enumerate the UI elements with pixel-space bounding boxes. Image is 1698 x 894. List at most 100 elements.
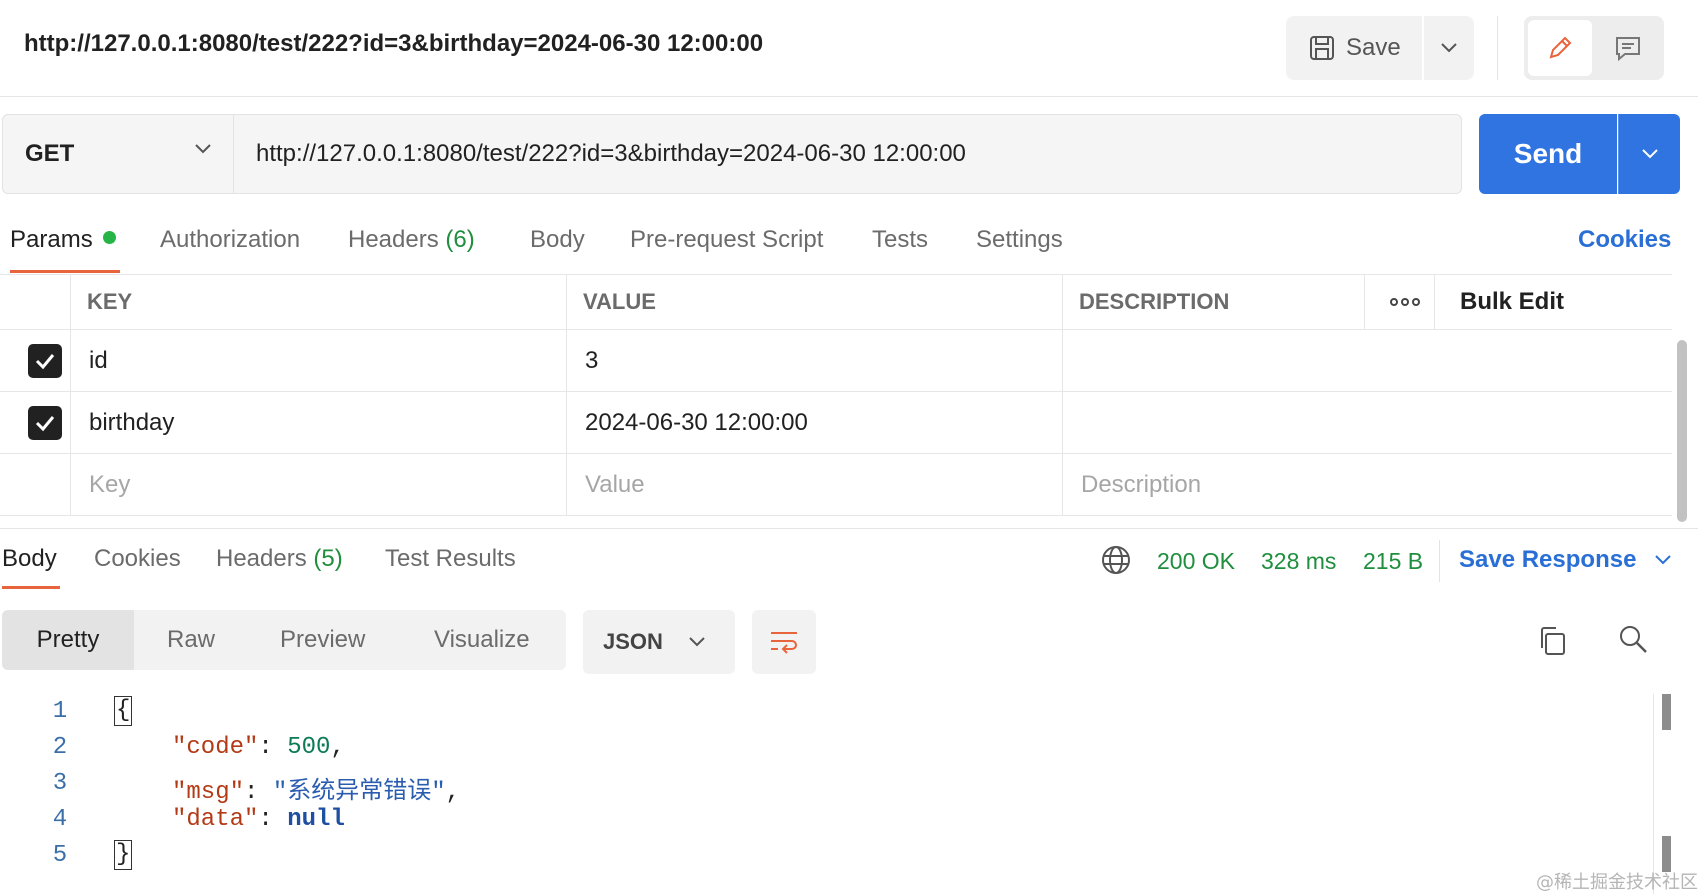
new-key-input[interactable]: Key	[89, 454, 130, 515]
json-key: "code"	[172, 734, 259, 761]
params-header-row: KEY VALUE DESCRIPTION Bulk Edit	[0, 275, 1672, 330]
close-brace: }	[114, 840, 133, 870]
tab-params-label: Params	[10, 226, 93, 253]
tab-headers[interactable]: Headers (6)	[348, 226, 475, 254]
watermark: @稀土掘金技术社区	[1536, 872, 1698, 893]
open-brace: {	[114, 696, 133, 726]
send-options-button[interactable]	[1618, 114, 1680, 194]
globe-icon[interactable]	[1100, 544, 1132, 576]
response-tab-test-results[interactable]: Test Results	[385, 545, 516, 573]
chevron-down-icon	[1655, 555, 1672, 565]
response-tab-headers-count: (5)	[313, 545, 343, 572]
response-tab-headers[interactable]: Headers (5)	[216, 545, 343, 573]
language-select[interactable]: JSON	[583, 610, 735, 674]
status-code[interactable]: 200 OK	[1157, 548, 1235, 575]
chevron-down-icon	[195, 144, 211, 154]
param-key-cell[interactable]: id	[89, 330, 108, 391]
tab-authorization[interactable]: Authorization	[160, 226, 300, 254]
response-body-editor[interactable]: 1 2 3 4 5 { "code": 500, "msg": "系统异常错误"…	[0, 694, 1660, 894]
format-visualize[interactable]: Visualize	[434, 610, 530, 670]
search-icon[interactable]	[1616, 622, 1650, 656]
edit-mode-button[interactable]	[1528, 20, 1592, 76]
new-description-input[interactable]: Description	[1081, 454, 1201, 515]
tab-tests[interactable]: Tests	[872, 226, 928, 254]
code-line: }	[114, 840, 133, 870]
editor-scrollbar-marker[interactable]	[1662, 694, 1671, 730]
editor-scroll-track	[1653, 694, 1654, 894]
response-format-tabs: Pretty Raw Preview Visualize	[2, 610, 566, 670]
pencil-icon	[1549, 36, 1572, 59]
tab-settings[interactable]: Settings	[976, 226, 1063, 254]
bulk-edit-button[interactable]: Bulk Edit	[1460, 275, 1564, 329]
code-line: "data": null	[172, 806, 345, 833]
language-label: JSON	[603, 629, 663, 654]
param-key-cell[interactable]: birthday	[89, 392, 174, 453]
format-preview[interactable]: Preview	[280, 610, 365, 670]
status-divider	[1439, 540, 1440, 582]
line-number: 4	[52, 806, 68, 833]
wrap-lines-button[interactable]	[752, 610, 816, 674]
tab-prerequest-script[interactable]: Pre-request Script	[630, 226, 823, 254]
editor-scrollbar-marker[interactable]	[1662, 836, 1671, 872]
column-divider	[1062, 275, 1063, 516]
param-value-cell[interactable]: 3	[585, 330, 598, 391]
chevron-down-icon	[1641, 149, 1658, 159]
save-button-label: Save	[1346, 34, 1401, 61]
new-param-row: Key Value Description	[0, 454, 1672, 516]
column-divider	[566, 275, 567, 516]
copy-icon[interactable]	[1536, 624, 1568, 658]
send-button[interactable]: Send	[1479, 114, 1617, 194]
json-null: null	[287, 806, 345, 833]
line-number: 3	[52, 770, 68, 797]
request-title[interactable]: http://127.0.0.1:8080/test/222?id=3&birt…	[24, 30, 763, 58]
response-time[interactable]: 328 ms	[1261, 548, 1336, 575]
json-string: "系统异常错误"	[272, 779, 446, 806]
save-options-button[interactable]	[1424, 16, 1474, 80]
format-pretty[interactable]: Pretty	[2, 610, 134, 670]
column-divider	[70, 275, 71, 516]
line-number: 1	[52, 698, 68, 725]
response-tab-body[interactable]: Body	[2, 545, 57, 573]
param-value-cell[interactable]: 2024-06-30 12:00:00	[585, 392, 808, 453]
code-line: {	[114, 696, 133, 726]
method-label: GET	[25, 140, 75, 167]
params-active-dot	[102, 231, 116, 244]
comment-icon	[1616, 37, 1640, 62]
save-response-button[interactable]: Save Response	[1459, 546, 1672, 574]
format-raw[interactable]: Raw	[167, 610, 215, 670]
documentation-mode-button[interactable]	[1596, 20, 1660, 76]
response-size[interactable]: 215 B	[1363, 548, 1423, 575]
more-icon	[1390, 298, 1420, 306]
active-response-tab-indicator	[2, 586, 60, 589]
tab-params[interactable]: Params	[10, 226, 116, 254]
method-select[interactable]: GET	[2, 114, 234, 194]
tab-headers-label: Headers	[348, 226, 439, 253]
chevron-down-icon	[689, 637, 705, 647]
save-button[interactable]: Save	[1286, 16, 1422, 80]
params-table: KEY VALUE DESCRIPTION Bulk Edit id 3 bir…	[0, 274, 1672, 528]
active-tab-indicator	[10, 270, 120, 273]
url-input[interactable]	[234, 114, 1462, 194]
key-column-header: KEY	[87, 289, 133, 314]
column-divider	[1364, 275, 1365, 330]
table-row: birthday 2024-06-30 12:00:00	[0, 392, 1672, 454]
line-number: 2	[52, 734, 68, 761]
response-tab-cookies[interactable]: Cookies	[94, 545, 181, 573]
line-number: 5	[52, 842, 68, 869]
row-checkbox[interactable]	[28, 330, 62, 391]
tab-headers-count: (6)	[445, 226, 475, 253]
checkmark-icon	[28, 405, 62, 440]
new-value-input[interactable]: Value	[585, 454, 645, 515]
cookies-link[interactable]: Cookies	[1578, 226, 1671, 254]
tab-body[interactable]: Body	[530, 226, 585, 254]
code-line: "code": 500,	[172, 734, 345, 761]
value-column-header: VALUE	[583, 289, 656, 314]
description-column-header: DESCRIPTION	[1079, 289, 1230, 314]
view-mode-toggle	[1524, 16, 1664, 80]
response-tab-headers-label: Headers	[216, 545, 307, 572]
row-checkbox[interactable]	[28, 392, 62, 453]
response-header: Body Cookies Headers (5) Test Results	[0, 528, 1698, 592]
params-scrollbar[interactable]	[1677, 340, 1687, 522]
save-response-label: Save Response	[1459, 546, 1637, 573]
column-options-button[interactable]	[1390, 275, 1420, 329]
